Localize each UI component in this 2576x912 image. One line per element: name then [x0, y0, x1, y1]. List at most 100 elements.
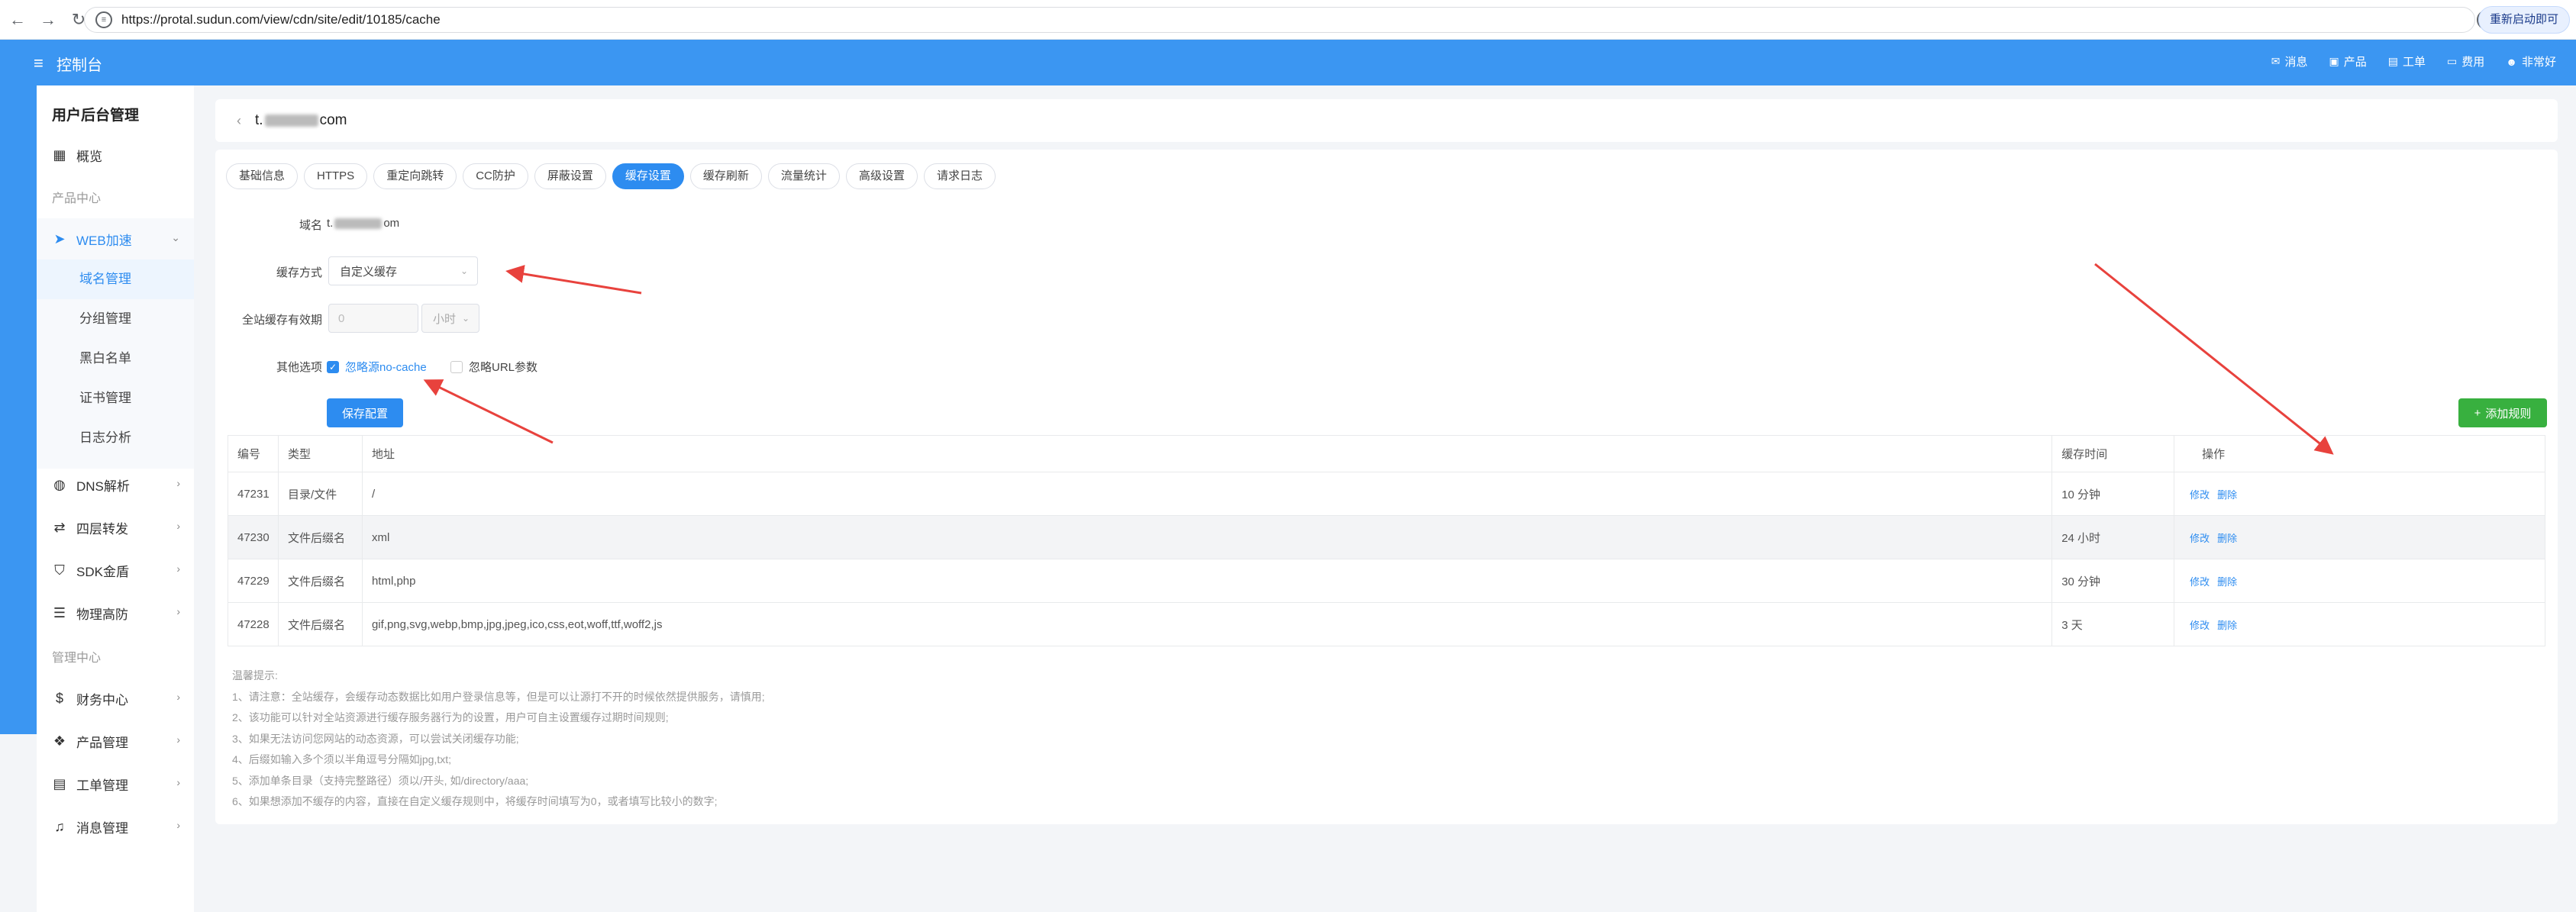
tab-cache[interactable]: 缓存设置	[612, 163, 684, 189]
sidebar-sub-log[interactable]: 日志分析	[37, 418, 194, 458]
sidebar-sub-domain[interactable]: 域名管理	[37, 259, 194, 299]
sidebar-item-overview[interactable]: ▦ 概览	[37, 134, 194, 176]
sidebar-sub-cert[interactable]: 证书管理	[37, 379, 194, 418]
form-icon: ▤	[53, 775, 66, 791]
bell-icon: ♫	[54, 818, 65, 834]
delete-link[interactable]: 删除	[2217, 574, 2237, 588]
cell-addr: html,php	[363, 559, 2053, 602]
delete-link[interactable]: 删除	[2217, 617, 2237, 632]
sidebar-item-dns[interactable]: ◍ DNS解析 ›	[37, 464, 194, 505]
tips-block: 温馨提示: 1、请注意：全站缓存，会缓存动态数据比如用户登录信息等，但是可以让源…	[232, 665, 765, 813]
cell-type: 目录/文件	[279, 472, 363, 515]
tip-line: 4、后缀如输入多个须以半角逗号分隔如jpg,txt;	[232, 753, 452, 765]
tab-cc[interactable]: CC防护	[463, 163, 528, 189]
ticket-icon: ▤	[2387, 55, 2398, 67]
domain-header-card: ‹ t. com	[215, 99, 2558, 142]
checkbox-unchecked-icon[interactable]	[450, 360, 463, 373]
tab-traffic[interactable]: 流量统计	[767, 163, 840, 189]
sidebar-item-product-manage[interactable]: ❖ 产品管理 ›	[37, 720, 194, 762]
menu-icon[interactable]: ≡	[34, 53, 44, 73]
mail-icon: ✉	[2271, 55, 2281, 67]
header-time: 缓存时间	[2052, 436, 2175, 472]
table-row: 47228 文件后缀名 gif,png,svg,webp,bmp,jpg,jpe…	[228, 603, 2545, 646]
cell-addr: gif,png,svg,webp,bmp,jpg,jpeg,ico,css,eo…	[363, 603, 2053, 646]
ttl-unit-select[interactable]: 小时 ⌄	[421, 304, 479, 333]
menu-user[interactable]: ☻ 非常好	[2506, 53, 2556, 69]
site-info-icon[interactable]: ≡	[95, 11, 112, 28]
cache-settings-card: 基础信息 HTTPS 重定向跳转 CC防护 屏蔽设置 缓存设置 缓存刷新 流量统…	[215, 150, 2558, 824]
header-type: 类型	[279, 436, 363, 472]
sidebar-item-sdk[interactable]: ⛉ SDK金盾 ›	[37, 549, 194, 591]
cell-type: 文件后缀名	[279, 559, 363, 602]
arrow-left-icon[interactable]: ←	[5, 7, 31, 33]
cache-mode-select[interactable]: 自定义缓存 ⌄	[328, 256, 478, 285]
cell-id: 47231	[228, 472, 279, 515]
save-config-button[interactable]: 保存配置	[327, 398, 403, 427]
sidebar-item-l4[interactable]: ⇄ 四层转发 ›	[37, 507, 194, 548]
menu-messages[interactable]: ✉ 消息	[2271, 53, 2308, 69]
checkbox-checked-icon[interactable]: ✓	[327, 360, 339, 373]
cell-id: 47229	[228, 559, 279, 602]
tab-logs[interactable]: 请求日志	[923, 163, 996, 189]
edit-link[interactable]: 修改	[2190, 574, 2210, 588]
sidebar-sub-blacklist[interactable]: 黑白名单	[37, 339, 194, 379]
arrow-right-icon[interactable]: →	[35, 7, 61, 33]
domain-value: t. om	[327, 217, 400, 230]
sidebar-item-finance[interactable]: $ 财务中心 ›	[37, 678, 194, 719]
cell-time: 10 分钟	[2052, 472, 2175, 515]
back-chevron-icon[interactable]: ‹	[237, 113, 241, 129]
chevron-down-icon: ⌄	[171, 231, 180, 243]
tip-line: 6、如果想添加不缓存的内容，直接在自定义缓存规则中，将缓存时间填写为0，或者填写…	[232, 795, 718, 807]
table-row: 47229 文件后缀名 html,php 30 分钟 修改 删除	[228, 559, 2545, 603]
app-title: 控制台	[56, 57, 102, 74]
header-id: 编号	[228, 436, 279, 472]
tip-line: 3、如果无法访问您网站的动态资源，可以尝试关闭缓存功能;	[232, 732, 519, 745]
shield-icon: ⛉	[54, 562, 65, 578]
edit-link[interactable]: 修改	[2190, 530, 2210, 545]
table-row: 47230 文件后缀名 xml 24 小时 修改 删除	[228, 516, 2545, 559]
cache-rules-table: 编号 类型 地址 缓存时间 操作 47231 目录/文件 / 10 分钟 修改删…	[228, 435, 2545, 646]
sidebar-item-web[interactable]: ➤ WEB加速 ⌄	[37, 218, 194, 259]
table-header: 编号 类型 地址 缓存时间 操作	[228, 436, 2545, 472]
cell-ops: 修改 删除	[2174, 516, 2545, 559]
delete-link[interactable]: 删除	[2217, 530, 2237, 545]
url-text: https://protal.sudun.com/view/cdn/site/e…	[121, 12, 441, 27]
ttl-label: 全站缓存有效期	[241, 314, 322, 327]
tab-https[interactable]: HTTPS	[304, 163, 368, 189]
tab-redirect[interactable]: 重定向跳转	[373, 163, 457, 189]
ignore-url-params-option[interactable]: 忽略URL参数	[450, 359, 537, 375]
cell-ops: 修改 删除	[2174, 603, 2545, 646]
edit-link[interactable]: 修改	[2190, 487, 2210, 501]
sidebar-item-ddos[interactable]: ☰ 物理高防 ›	[37, 592, 194, 633]
ttl-input[interactable]: 0	[328, 304, 418, 333]
globe-icon: ◍	[53, 476, 66, 492]
cache-mode-label: 缓存方式	[276, 266, 322, 279]
menu-fees[interactable]: ▭ 费用	[2447, 53, 2484, 69]
folder-icon: ▭	[2447, 55, 2458, 67]
sidebar-item-message-manage[interactable]: ♫ 消息管理 ›	[37, 806, 194, 847]
plus-icon: +	[2474, 406, 2481, 420]
tab-bar: 基础信息 HTTPS 重定向跳转 CC防护 屏蔽设置 缓存设置 缓存刷新 流量统…	[226, 163, 996, 189]
chevron-down-icon: ⌄	[461, 313, 470, 324]
tab-refresh[interactable]: 缓存刷新	[689, 163, 762, 189]
ignore-no-cache-option[interactable]: ✓ 忽略源no-cache	[327, 359, 427, 375]
tab-advanced[interactable]: 高级设置	[845, 163, 918, 189]
sidebar-sub-group[interactable]: 分组管理	[37, 299, 194, 339]
menu-tickets[interactable]: ▤ 工单	[2388, 53, 2426, 69]
sidebar-web-section: ➤ WEB加速 ⌄ 域名管理 分组管理 黑白名单 证书管理 日志分析	[37, 218, 194, 469]
coin-icon: $	[55, 690, 63, 706]
top-menu: ✉ 消息 ▣ 产品 ▤ 工单 ▭ 费用 ☻ 非常好	[2271, 53, 2556, 69]
edit-link[interactable]: 修改	[2190, 617, 2210, 632]
restart-button[interactable]: 重新启动即可	[2478, 6, 2570, 34]
redacted-block	[334, 218, 383, 229]
tab-basic[interactable]: 基础信息	[226, 163, 299, 189]
cell-addr: xml	[363, 516, 2053, 559]
tab-block[interactable]: 屏蔽设置	[534, 163, 606, 189]
add-rule-button[interactable]: + 添加规则	[2458, 398, 2547, 427]
sidebar-item-ticket-manage[interactable]: ▤ 工单管理 ›	[37, 763, 194, 804]
sidebar-title: 用户后台管理	[52, 108, 140, 124]
menu-products[interactable]: ▣ 产品	[2329, 53, 2367, 69]
address-bar[interactable]: ≡ https://protal.sudun.com/view/cdn/site…	[84, 7, 2475, 33]
delete-link[interactable]: 删除	[2217, 487, 2237, 501]
chevron-right-icon: ›	[176, 562, 180, 575]
